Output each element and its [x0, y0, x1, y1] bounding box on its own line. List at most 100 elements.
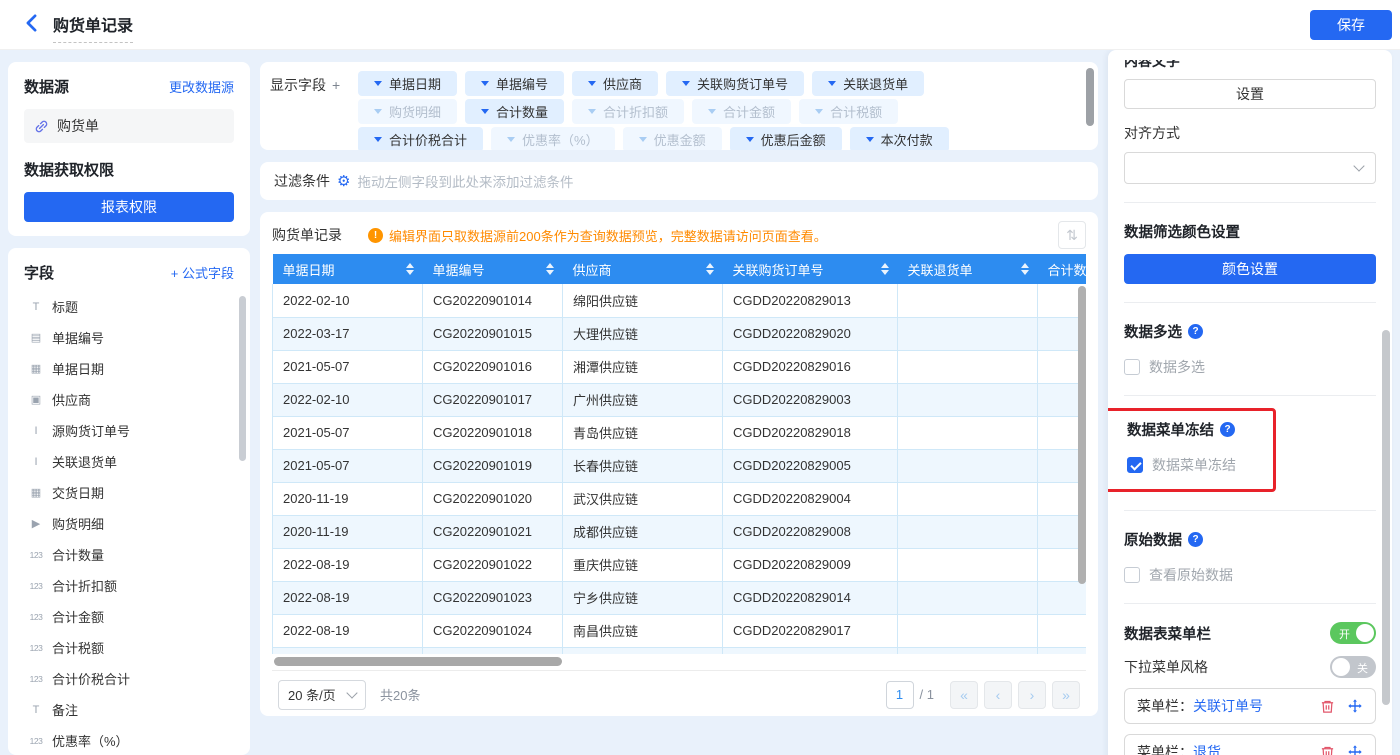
next-page-button[interactable]: ›	[1018, 680, 1046, 709]
display-field-chip[interactable]: 关联退货单	[812, 70, 925, 96]
field-item[interactable]: T 标题	[24, 291, 234, 322]
display-field-chip[interactable]: 优惠率（%）	[491, 126, 615, 150]
move-icon[interactable]	[1347, 698, 1363, 714]
raw-data-checkbox-row[interactable]: 查看原始数据	[1124, 565, 1376, 585]
field-item[interactable]: 123 合计税额	[24, 632, 234, 663]
filter-label: 过滤条件	[274, 173, 330, 189]
field-item[interactable]: ▣ 供应商	[24, 384, 234, 415]
column-header[interactable]: 关联退货单	[897, 254, 1038, 284]
field-item[interactable]: 123 合计数量	[24, 539, 234, 570]
table-row[interactable]: 2022-08-19 CG20220901024 南昌供应链 CGDD20220829…	[272, 614, 1086, 648]
display-field-chip[interactable]: 合计税额	[799, 98, 899, 124]
field-item[interactable]: ▤ 单据编号	[24, 322, 234, 353]
display-field-chip[interactable]: 本次付款	[849, 126, 949, 150]
move-icon[interactable]	[1347, 744, 1363, 755]
content-text-title: 内容文字	[1124, 60, 1180, 69]
page-total: / 1	[919, 687, 934, 702]
settings-scrollbar[interactable]	[1382, 330, 1390, 705]
menu-bar-link[interactable]: 关联订单号	[1193, 696, 1263, 716]
help-icon[interactable]: ?	[1188, 532, 1203, 547]
first-page-button[interactable]: «	[950, 680, 978, 709]
table-row[interactable]: 2021-05-07 CG20220901016 湘潭供应链 CGDD20220829…	[272, 350, 1086, 384]
raw-data-checkbox[interactable]	[1124, 567, 1140, 583]
display-field-chip[interactable]: 优惠金额	[622, 126, 722, 150]
sort-icon[interactable]	[880, 263, 889, 275]
column-header[interactable]: 合计数量	[1037, 254, 1086, 284]
table-row[interactable]: 2020-11-19 CG20220901021 成都供应链 CGDD20220829…	[272, 515, 1086, 549]
field-item[interactable]: ▶ 购货明细	[24, 508, 234, 539]
chip-row: 单据日期 单据编号 供应商 关联购货订单号 关联退货单	[354, 69, 1088, 97]
chips-scrollbar[interactable]	[1086, 68, 1094, 126]
table-row[interactable]: 2022-02-10 CG20220901014 绵阳供应链 CGDD20220829…	[272, 284, 1086, 318]
display-field-chip[interactable]: 合计数量	[465, 98, 565, 124]
help-icon[interactable]: ?	[1188, 324, 1203, 339]
table-row[interactable]: 2022-08-19 CG20220901022 重庆供应链 CGDD20220829…	[272, 548, 1086, 582]
field-item[interactable]: ▦ 交货日期	[24, 477, 234, 508]
column-header[interactable]: 单据日期	[272, 254, 423, 284]
display-field-chip[interactable]: 合计价税合计	[358, 126, 484, 150]
table-vertical-scrollbar[interactable]	[1078, 286, 1086, 584]
table-row[interactable]: 2021-05-07 CG20220901019 长春供应链 CGDD20220829…	[272, 449, 1086, 483]
delete-icon[interactable]	[1320, 699, 1335, 714]
menu-freeze-checkbox[interactable]	[1127, 457, 1143, 473]
column-header[interactable]: 关联购货订单号	[722, 254, 898, 284]
display-field-chip[interactable]: 合计金额	[692, 98, 792, 124]
save-button[interactable]: 保存	[1310, 9, 1392, 40]
display-field-chip[interactable]: 优惠后金额	[729, 126, 842, 150]
sort-icon[interactable]	[1020, 263, 1029, 275]
field-item[interactable]: 123 优惠率（%）	[24, 725, 234, 755]
field-item[interactable]: 123 合计金额	[24, 601, 234, 632]
table-menu-toggle[interactable]: 开	[1330, 622, 1376, 644]
multi-select-checkbox-row[interactable]: 数据多选	[1124, 357, 1376, 377]
field-item[interactable]: I 源购货订单号	[24, 415, 234, 446]
table-row[interactable]: 2022-03-17 CG20220901015 大理供应链 CGDD20220829…	[272, 317, 1086, 351]
color-set-button[interactable]: 颜色设置	[1124, 254, 1376, 284]
sort-icon[interactable]	[705, 263, 714, 275]
field-label: 合计税额	[52, 641, 105, 656]
table-horizontal-scrollbar[interactable]	[274, 657, 562, 666]
display-field-chip[interactable]: 关联购货订单号	[666, 70, 805, 96]
last-page-button[interactable]: »	[1052, 680, 1080, 709]
add-display-field-button[interactable]: +	[332, 77, 340, 93]
fields-scrollbar[interactable]	[239, 296, 246, 461]
align-select[interactable]	[1124, 152, 1376, 184]
field-item[interactable]: ▦ 单据日期	[24, 353, 234, 384]
dropdown-style-toggle[interactable]: 关	[1330, 656, 1376, 678]
gear-icon[interactable]: ⚙	[337, 172, 350, 190]
page-size-select[interactable]: 20 条/页	[278, 679, 366, 710]
filter-dropzone-placeholder[interactable]: 拖动左侧字段到此处来添加过滤条件	[357, 171, 573, 191]
datasource-item[interactable]: 购货单	[24, 109, 234, 143]
chip-label: 本次付款	[880, 132, 933, 148]
table-row[interactable]: 2021-05-07 CG20220901018 青岛供应链 CGDD20220829…	[272, 416, 1086, 450]
table-cell: 武汉供应链	[562, 482, 723, 516]
field-item[interactable]: I 关联退货单	[24, 446, 234, 477]
menu-freeze-checkbox-row[interactable]: 数据菜单冻结	[1127, 455, 1261, 475]
prev-page-button[interactable]: ‹	[984, 680, 1012, 709]
column-header[interactable]: 单据编号	[422, 254, 563, 284]
sort-order-button[interactable]: ⇅	[1058, 221, 1086, 249]
content-set-button[interactable]: 设置	[1124, 79, 1376, 109]
field-item[interactable]: 123 合计折扣额	[24, 570, 234, 601]
add-formula-field-link[interactable]: + 公式字段	[171, 263, 234, 282]
display-field-chip[interactable]: 购货明细	[358, 98, 458, 124]
menu-bar-link[interactable]: 退货	[1193, 742, 1221, 755]
back-button[interactable]	[26, 14, 37, 35]
table-row[interactable]: 2022-02-10 CG20220901017 广州供应链 CGDD20220829…	[272, 383, 1086, 417]
display-field-chip[interactable]: 单据编号	[465, 70, 565, 96]
field-item[interactable]: 123 合计价税合计	[24, 663, 234, 694]
delete-icon[interactable]	[1320, 745, 1335, 755]
help-icon[interactable]: ?	[1220, 422, 1235, 437]
display-field-chip[interactable]: 单据日期	[358, 70, 458, 96]
change-datasource-link[interactable]: 更改数据源	[169, 77, 234, 96]
table-row[interactable]: 2020-11-19 CG20220901020 武汉供应链 CGDD20220829…	[272, 482, 1086, 516]
column-header[interactable]: 供应商	[562, 254, 723, 284]
page-number-input[interactable]: 1	[885, 680, 914, 709]
field-item[interactable]: T 备注	[24, 694, 234, 725]
display-field-chip[interactable]: 合计折扣额	[572, 98, 685, 124]
display-field-chip[interactable]: 供应商	[572, 70, 659, 96]
table-row[interactable]: 2022-08-19 CG20220901023 宁乡供应链 CGDD20220829…	[272, 581, 1086, 615]
sort-icon[interactable]	[545, 263, 554, 275]
multi-select-checkbox[interactable]	[1124, 359, 1140, 375]
report-permission-button[interactable]: 报表权限	[24, 192, 234, 222]
sort-icon[interactable]	[405, 263, 414, 275]
